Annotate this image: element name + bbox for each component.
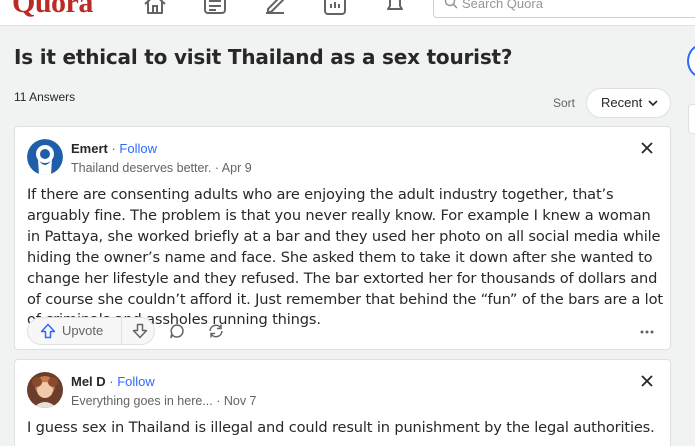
comment-icon[interactable] — [169, 323, 185, 339]
upvote-icon — [40, 323, 56, 339]
sort-label: Sort — [553, 96, 576, 110]
follow-button[interactable]: Follow — [119, 141, 157, 156]
search-icon — [444, 0, 458, 9]
following-icon[interactable] — [202, 0, 228, 16]
sort-value: Recent — [601, 95, 643, 110]
answer-text: If there are consenting adults who are e… — [27, 186, 663, 329]
answer-icon[interactable] — [262, 0, 288, 16]
vote-group: Upvote — [27, 317, 155, 345]
home-icon[interactable] — [142, 0, 168, 16]
author-line: Mel D · Follow — [71, 374, 155, 389]
share-icon[interactable] — [207, 323, 225, 339]
avatar[interactable] — [27, 372, 63, 408]
notifications-icon[interactable] — [382, 0, 408, 16]
close-icon[interactable] — [640, 374, 654, 388]
side-panel — [688, 104, 695, 134]
upvote-button[interactable]: Upvote — [28, 318, 122, 344]
upvote-label: Upvote — [62, 323, 104, 338]
author-line: Emert · Follow — [71, 141, 157, 156]
follow-button[interactable]: Follow — [117, 374, 155, 389]
downvote-icon[interactable] — [132, 323, 148, 339]
side-action-button[interactable] — [687, 44, 695, 78]
answer-actions: Upvote — [27, 317, 663, 347]
search-placeholder: Search Quora — [462, 0, 543, 11]
author-name[interactable]: Emert — [71, 141, 108, 156]
more-options-icon[interactable] — [639, 324, 655, 340]
close-icon[interactable] — [640, 141, 654, 155]
chevron-down-icon — [648, 98, 658, 108]
question-title: Is it ethical to visit Thailand as a sex… — [14, 45, 513, 69]
top-navigation-bar: Quora Search Quora — [0, 0, 695, 26]
answers-count: 11 Answers — [14, 90, 76, 104]
author-credential: Everything goes in here... · Nov 7 — [71, 394, 257, 408]
spaces-icon[interactable] — [322, 0, 348, 16]
answer-card: Mel D · Follow Everything goes in here..… — [14, 359, 671, 446]
quora-logo[interactable]: Quora — [12, 0, 93, 20]
answer-text: I guess sex in Thailand is illegal and c… — [27, 419, 655, 436]
author-credential: Thailand deserves better. · Apr 9 — [71, 161, 252, 175]
answer-card: Emert · Follow Thailand deserves better.… — [14, 126, 671, 350]
search-input[interactable]: Search Quora — [433, 0, 695, 18]
avatar[interactable] — [27, 139, 63, 175]
author-name[interactable]: Mel D — [71, 374, 106, 389]
sort-dropdown[interactable]: Recent — [586, 88, 671, 118]
